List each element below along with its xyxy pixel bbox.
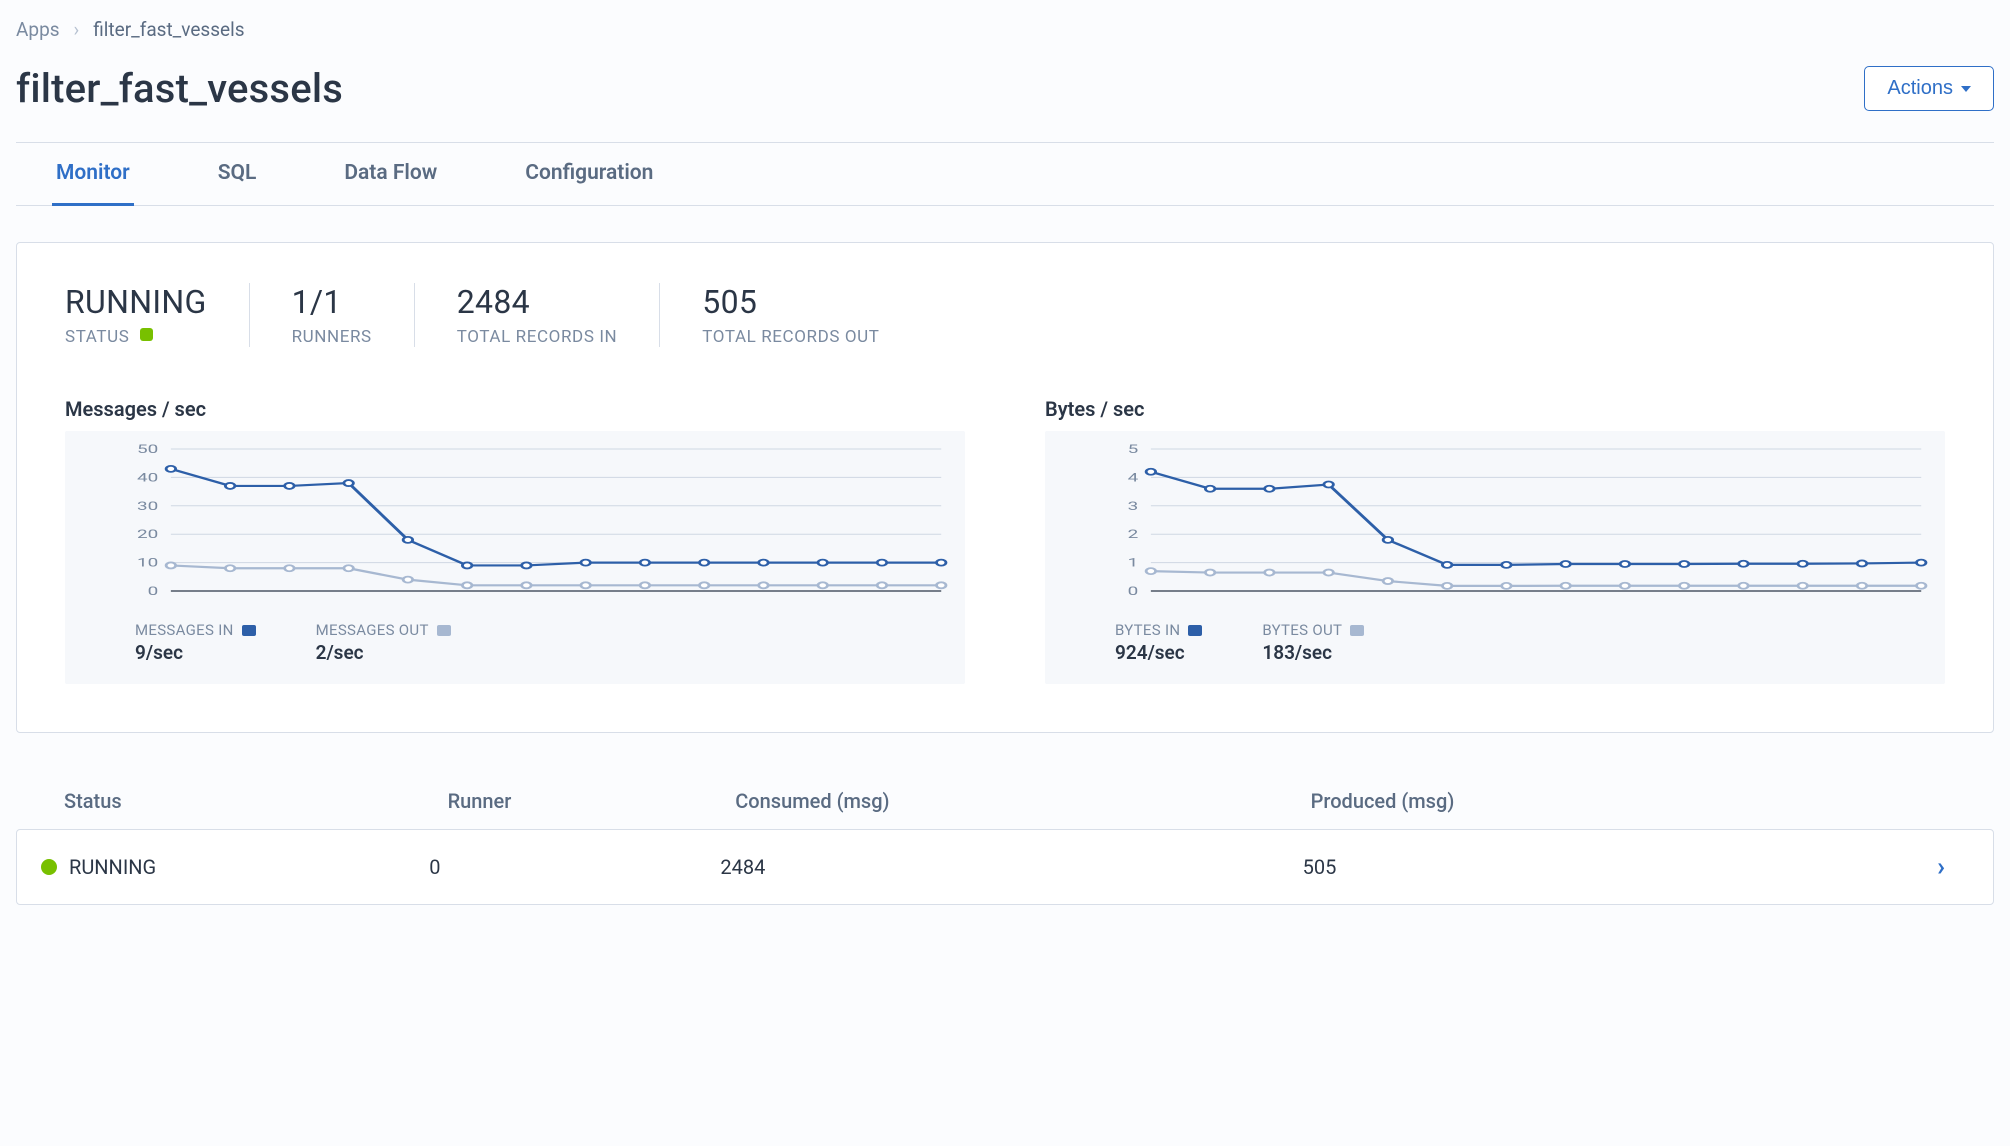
svg-text:5: 5 — [1128, 442, 1139, 456]
chart-bytes-plot: 0 1 2 3 4 5 — [1053, 439, 1937, 609]
legend-bytes-in: BYTES IN 924/sec — [1115, 621, 1202, 664]
svg-text:30: 30 — [137, 498, 158, 512]
stats-row: RUNNING STATUS 1/1 RUNNERS 2484 TOTAL RE… — [65, 283, 1945, 347]
tab-data-flow[interactable]: Data Flow — [340, 143, 441, 206]
svg-text:10: 10 — [137, 555, 158, 569]
stat-runners: 1/1 RUNNERS — [249, 283, 414, 347]
actions-button[interactable]: Actions — [1864, 66, 1994, 111]
legend-bytes-out: BYTES OUT 183/sec — [1262, 621, 1364, 664]
stat-runners-value: 1/1 — [292, 283, 372, 321]
stat-records-out-value: 505 — [702, 283, 879, 321]
breadcrumb-root[interactable]: Apps — [16, 18, 60, 41]
th-consumed: Consumed (msg) — [735, 789, 1310, 813]
page-title: filter_fast_vessels — [16, 65, 343, 112]
svg-text:3: 3 — [1128, 498, 1139, 512]
tab-configuration[interactable]: Configuration — [521, 143, 657, 206]
chevron-right-icon[interactable]: › — [1937, 852, 1945, 882]
table-head: Status Runner Consumed (msg) Produced (m… — [16, 773, 1994, 829]
th-status: Status — [64, 789, 448, 813]
stat-status-label: STATUS — [65, 327, 207, 347]
chevron-right-icon: › — [74, 18, 80, 41]
breadcrumb: Apps › filter_fast_vessels — [16, 18, 1994, 41]
tab-monitor[interactable]: Monitor — [52, 143, 134, 206]
chart-messages: Messages / sec 0 10 20 30 40 50 MESSAGES IN 9… — [65, 397, 965, 684]
stat-records-out: 505 TOTAL RECORDS OUT — [659, 283, 921, 347]
td-runner: 0 — [429, 855, 720, 879]
rate-messages-in: 9/sec — [135, 641, 256, 664]
legend-messages-in: MESSAGES IN 9/sec — [135, 621, 256, 664]
rate-messages-out: 2/sec — [316, 641, 451, 664]
status-dot-icon — [140, 328, 153, 341]
svg-text:4: 4 — [1128, 470, 1139, 484]
th-produced: Produced (msg) — [1311, 789, 1886, 813]
svg-text:0: 0 — [148, 584, 159, 598]
svg-text:2: 2 — [1128, 527, 1139, 541]
stat-records-in-value: 2484 — [457, 283, 618, 321]
legend-messages-out: MESSAGES OUT 2/sec — [316, 621, 451, 664]
swatch-blue-icon — [1188, 625, 1202, 636]
swatch-blue-icon — [242, 625, 256, 636]
svg-text:50: 50 — [137, 442, 158, 456]
td-produced: 505 — [1303, 855, 1885, 879]
td-consumed: 2484 — [720, 855, 1302, 879]
rate-bytes-out: 183/sec — [1262, 641, 1364, 664]
table-row[interactable]: RUNNING 0 2484 505 › — [16, 829, 1994, 905]
rate-bytes-in: 924/sec — [1115, 641, 1202, 664]
tabs: Monitor SQL Data Flow Configuration — [16, 142, 1994, 206]
breadcrumb-current: filter_fast_vessels — [93, 18, 244, 41]
swatch-light-icon — [1350, 625, 1364, 636]
chart-bytes: Bytes / sec 0 1 2 3 4 5 BYTES IN 924/sec BYTE… — [1045, 397, 1945, 684]
chart-messages-plot: 0 10 20 30 40 50 — [73, 439, 957, 609]
svg-text:0: 0 — [1128, 584, 1139, 598]
tab-sql[interactable]: SQL — [214, 143, 261, 206]
svg-text:1: 1 — [1128, 555, 1139, 569]
stat-records-in: 2484 TOTAL RECORDS IN — [414, 283, 660, 347]
status-circle-icon — [41, 859, 57, 875]
chart-messages-title: Messages / sec — [65, 397, 965, 421]
stat-records-in-label: TOTAL RECORDS IN — [457, 327, 618, 347]
stat-status-value: RUNNING — [65, 283, 207, 321]
td-status: RUNNING — [41, 855, 429, 879]
stat-runners-label: RUNNERS — [292, 327, 372, 347]
monitor-panel: RUNNING STATUS 1/1 RUNNERS 2484 TOTAL RE… — [16, 242, 1994, 733]
runners-table: Status Runner Consumed (msg) Produced (m… — [16, 773, 1994, 905]
th-runner: Runner — [448, 789, 736, 813]
actions-button-label: Actions — [1887, 77, 1953, 100]
stat-status: RUNNING STATUS — [65, 283, 249, 347]
svg-text:40: 40 — [137, 470, 158, 484]
svg-text:20: 20 — [137, 527, 158, 541]
stat-records-out-label: TOTAL RECORDS OUT — [702, 327, 879, 347]
swatch-light-icon — [437, 625, 451, 636]
chart-bytes-title: Bytes / sec — [1045, 397, 1945, 421]
caret-down-icon — [1961, 86, 1971, 92]
